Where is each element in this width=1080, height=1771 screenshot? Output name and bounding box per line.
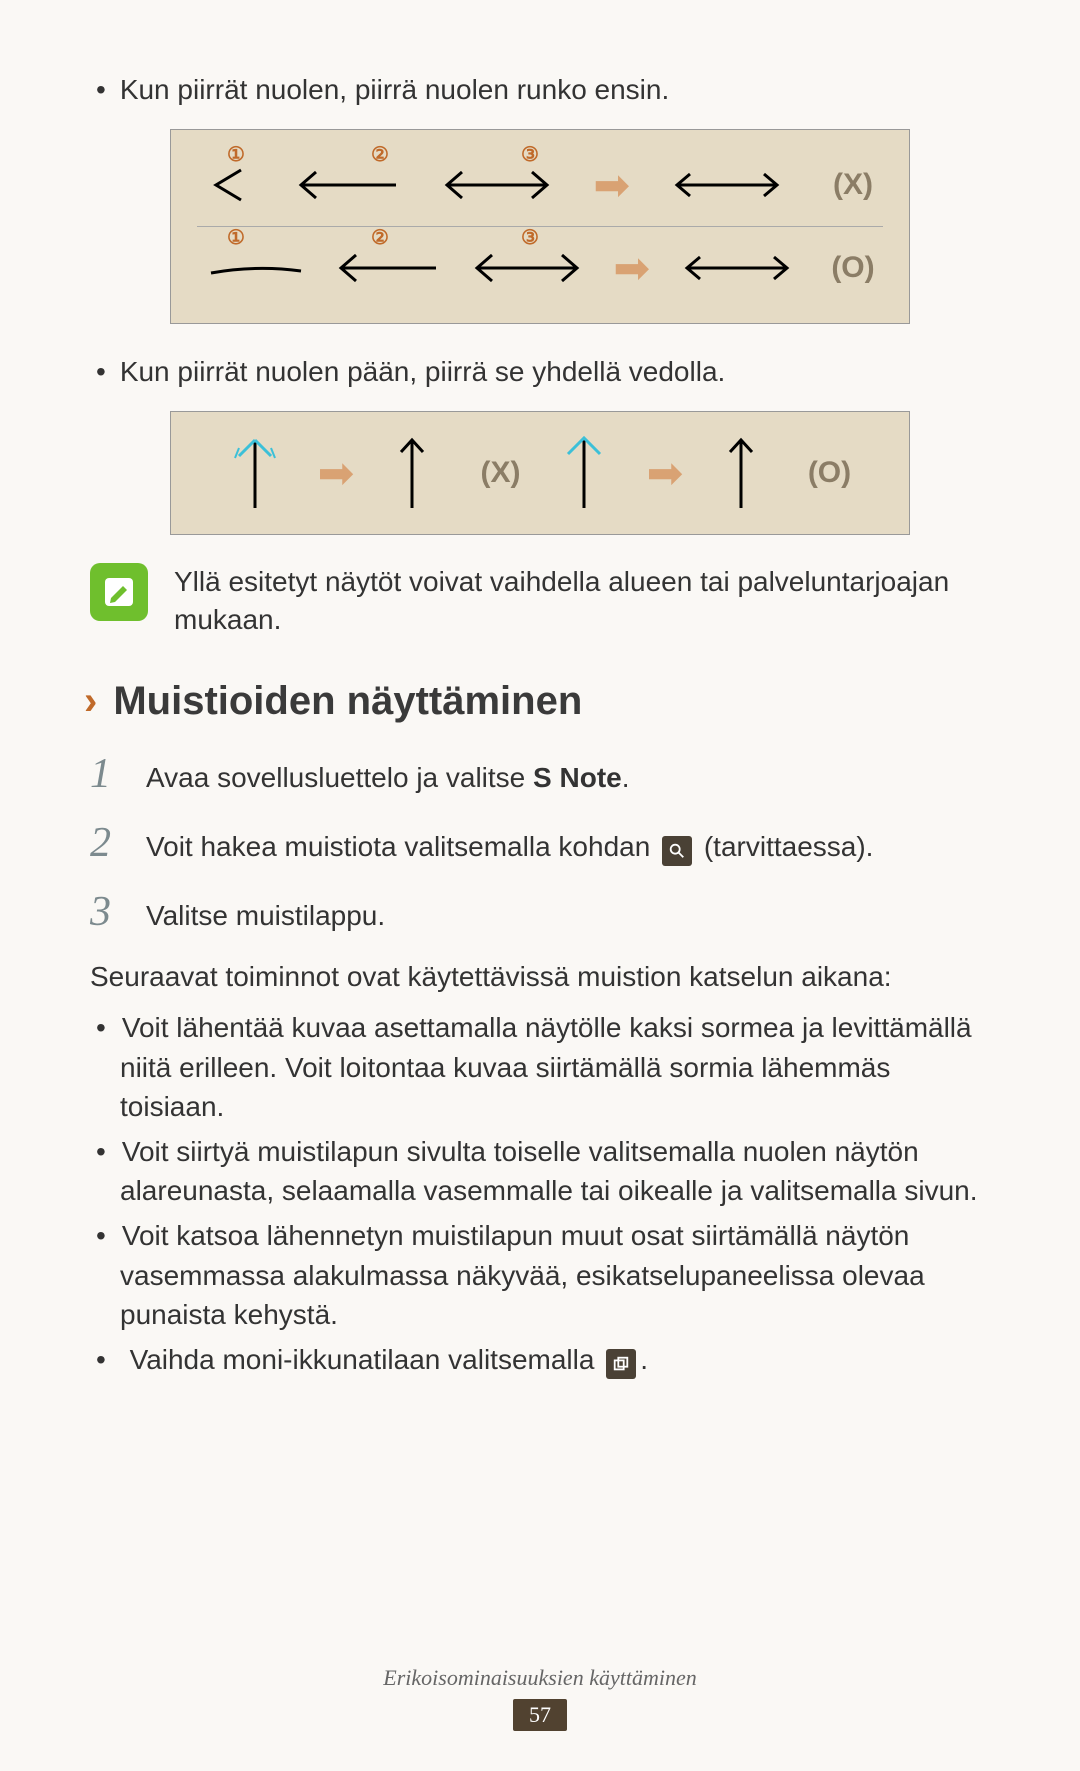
feature-bullets: Voit lähentää kuvaa asettamalla näytölle… — [90, 1008, 990, 1379]
stroke-double-arrow-clean-icon — [662, 160, 792, 210]
step-number: 2 — [90, 811, 146, 876]
step-text-pre: Avaa sovellusluettelo ja valitse — [146, 762, 533, 793]
feature-preview-frame: Voit katsoa lähennetyn muistilapun muut … — [90, 1216, 990, 1334]
step-number-icon: ② — [371, 142, 389, 167]
feature-zoom: Voit lähentää kuvaa asettamalla näytölle… — [90, 1008, 990, 1126]
feature-page-nav: Voit siirtyä muistilapun sivulta toisell… — [90, 1132, 990, 1210]
bullet-arrow-head: Kun piirrät nuolen pään, piirrä se yhdel… — [90, 352, 990, 391]
section-title: Muistioiden näyttäminen — [113, 679, 582, 724]
page-number: 57 — [513, 1699, 567, 1731]
stroke-double-arrow-clean-icon — [672, 243, 802, 293]
right-label: (O) — [827, 251, 879, 285]
info-note: Yllä esitetyt näytöt voivat vaihdella al… — [90, 563, 990, 639]
step-number: 1 — [90, 742, 146, 807]
result-arrow-icon: ➡ — [647, 448, 684, 499]
arrow-head-two-strokes-icon — [225, 428, 285, 518]
step-number: 3 — [90, 880, 146, 945]
step-text: Valitse muistilappu. — [146, 894, 990, 937]
stroke-line-icon — [201, 243, 311, 293]
step-number-icon: ③ — [521, 225, 539, 250]
arrow-head-diagram: ➡ (X) ➡ (O) — [170, 411, 910, 535]
step-number-icon: ① — [227, 225, 245, 250]
note-pencil-icon — [90, 563, 148, 621]
result-arrow-icon: ➡ — [318, 448, 355, 499]
chevron-right-icon: › — [84, 679, 97, 724]
right-label: (O) — [803, 456, 855, 490]
footer-text: Erikoisominaisuuksien käyttäminen — [0, 1665, 1080, 1691]
diagram-row-wrong: ① ② ③ ➡ (X) — [201, 144, 879, 226]
arrow-up-icon — [387, 428, 437, 518]
feature-multiwindow: Vaihda moni-ikkunatilaan valitsemalla . — [90, 1340, 990, 1379]
step-text-pre: Voit hakea muistiota valitsemalla kohdan — [146, 831, 658, 862]
step-number-icon: ③ — [521, 142, 539, 167]
step-text-post: . — [622, 762, 630, 793]
stroke-angle-icon — [201, 160, 261, 210]
diagram-row-right: ① ② ③ ➡ (O) — [201, 227, 879, 309]
search-icon — [662, 836, 692, 866]
step-1: 1 Avaa sovellusluettelo ja valitse S Not… — [90, 742, 990, 807]
body-intro: Seuraavat toiminnot ovat käytettävissä m… — [90, 957, 990, 996]
stroke-left-arrow-icon — [286, 160, 406, 210]
page-footer: Erikoisominaisuuksien käyttäminen 57 — [0, 1665, 1080, 1731]
stroke-double-arrow-icon — [462, 243, 592, 293]
arrow-up-icon — [716, 428, 766, 518]
step-3: 3 Valitse muistilappu. — [90, 880, 990, 945]
numbered-steps: 1 Avaa sovellusluettelo ja valitse S Not… — [90, 742, 990, 945]
multiwindow-icon — [606, 1349, 636, 1379]
result-arrow-icon: ➡ — [593, 160, 630, 211]
step-number-icon: ② — [371, 225, 389, 250]
section-header: › Muistioiden näyttäminen — [84, 679, 990, 724]
arrow-drawing-diagram-1: ① ② ③ ➡ (X) ① ② ③ ➡ (O) — [170, 129, 910, 324]
wrong-label: (X) — [474, 456, 526, 490]
arrow-head-one-stroke-icon — [554, 428, 614, 518]
sb4-post: . — [640, 1344, 648, 1375]
step-2: 2 Voit hakea muistiota valitsemalla kohd… — [90, 811, 990, 876]
step-text-post: (tarvittaessa). — [696, 831, 873, 862]
sb4-pre: Vaihda moni-ikkunatilaan valitsemalla — [130, 1344, 603, 1375]
wrong-label: (X) — [827, 168, 879, 202]
stroke-double-arrow-icon — [432, 160, 562, 210]
note-text: Yllä esitetyt näytöt voivat vaihdella al… — [174, 563, 990, 639]
bullet-arrow-body: Kun piirrät nuolen, piirrä nuolen runko … — [90, 70, 990, 109]
result-arrow-icon: ➡ — [613, 243, 650, 294]
stroke-left-arrow-icon — [326, 243, 446, 293]
step-text-bold: S Note — [533, 762, 622, 793]
step-number-icon: ① — [227, 142, 245, 167]
